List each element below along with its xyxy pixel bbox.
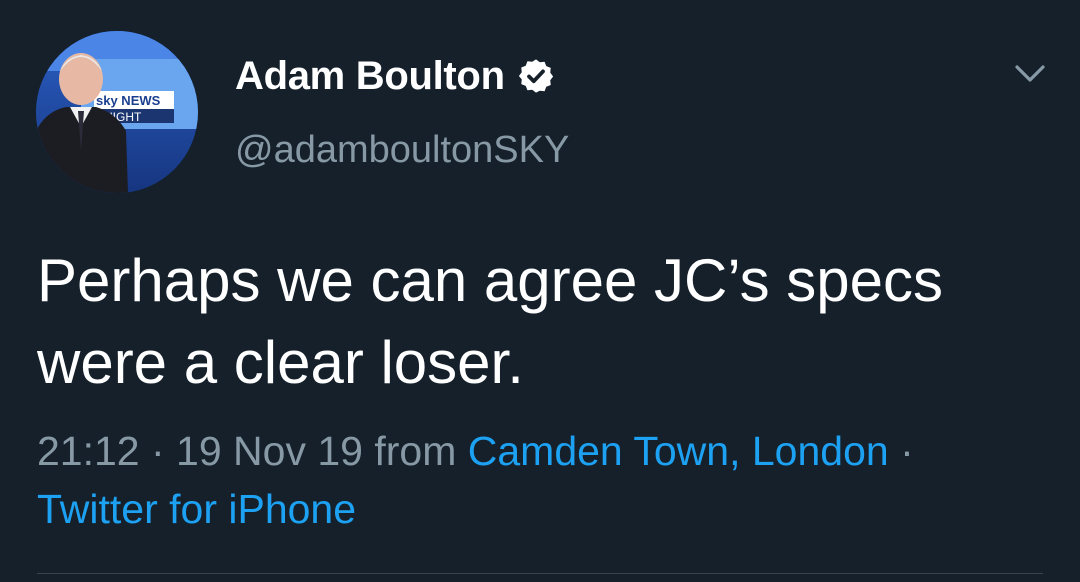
meta-separator: ·	[139, 428, 177, 474]
avatar-image: sky NEWS NIGHT	[36, 31, 198, 193]
divider	[37, 573, 1043, 574]
tweet-time[interactable]: 21:12	[37, 428, 140, 474]
verified-badge-icon	[517, 57, 555, 95]
author-name-row: Adam Boulton	[235, 53, 555, 99]
tweet-text: Perhaps we can agree JC’s specs were a c…	[37, 240, 1047, 404]
tweet-meta: 21:12 · 19 Nov 19 from Camden Town, Lond…	[37, 422, 1047, 538]
meta-separator-2: ·	[888, 428, 914, 474]
tweet-source-link[interactable]: Twitter for iPhone	[37, 486, 356, 532]
tweet-date[interactable]: 19 Nov 19	[176, 428, 363, 474]
chevron-down-icon[interactable]	[1008, 56, 1052, 92]
tweet-text-line-2: were a clear loser.	[37, 329, 524, 396]
avatar-label-1: sky NEWS	[96, 93, 161, 108]
tweet-text-line-1: Perhaps we can agree JC’s specs	[37, 247, 944, 314]
from-label: from	[362, 428, 468, 474]
tweet-detail: sky NEWS NIGHT Adam Boulton @adamboulton…	[0, 0, 1080, 582]
user-handle[interactable]: @adamboultonSKY	[235, 127, 569, 173]
display-name[interactable]: Adam Boulton	[235, 53, 505, 99]
tweet-location-link[interactable]: Camden Town, London	[468, 428, 889, 474]
avatar[interactable]: sky NEWS NIGHT	[36, 31, 198, 193]
